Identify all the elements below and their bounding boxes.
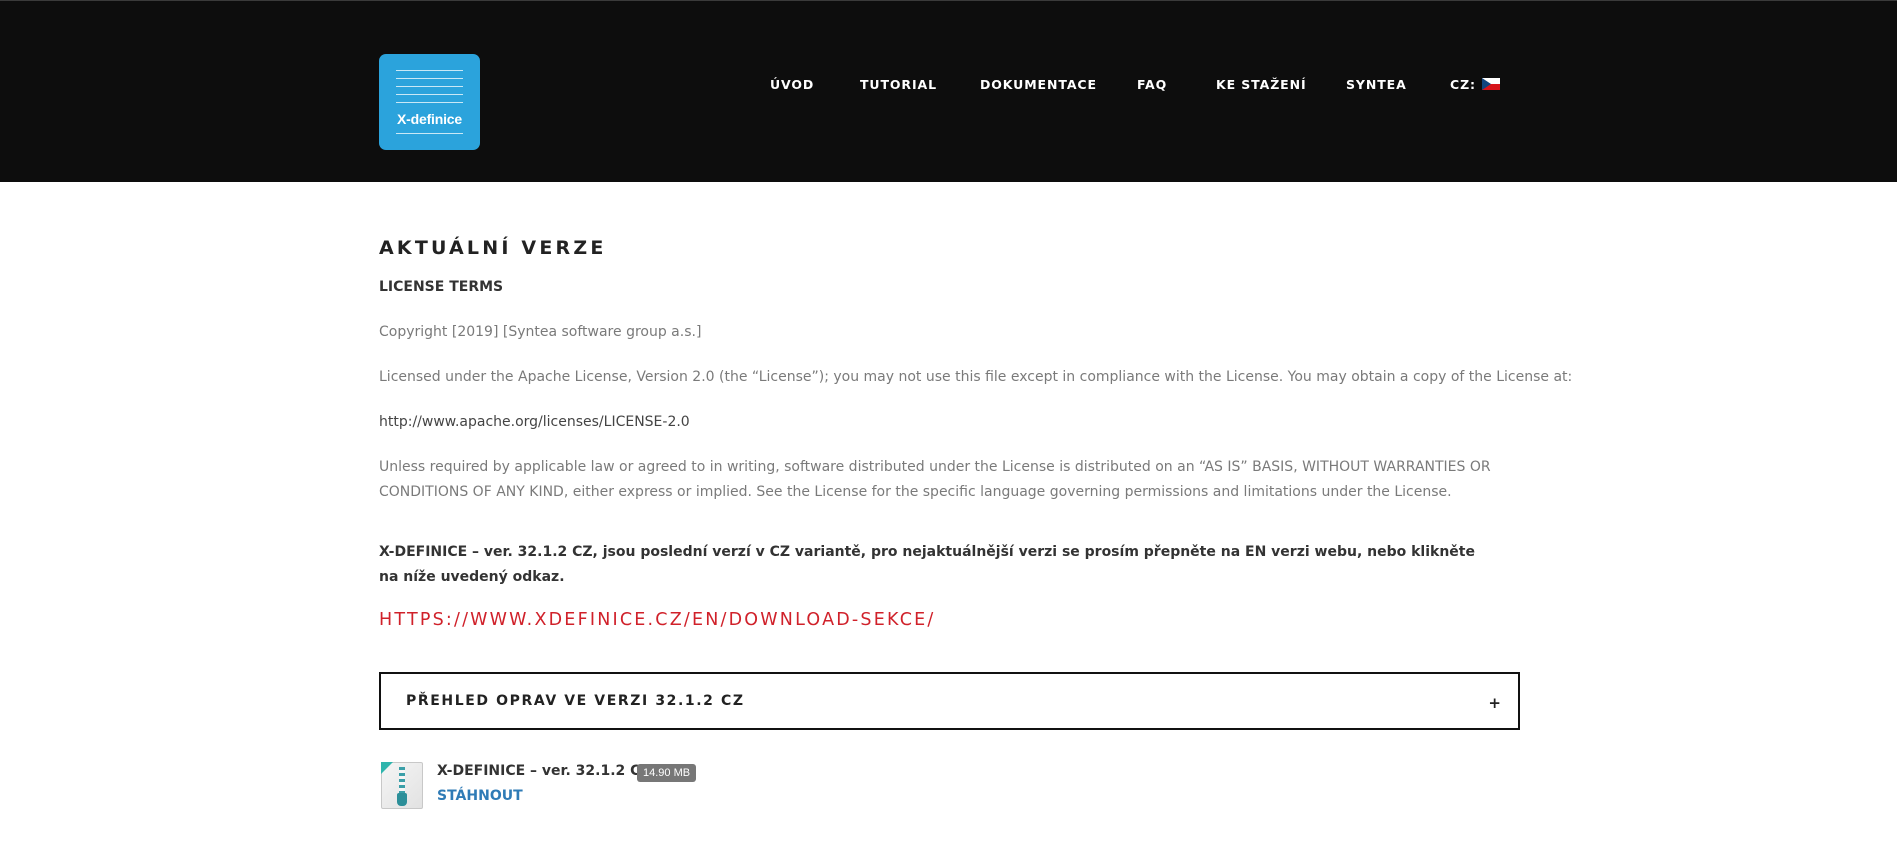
czech-flag-icon [1481, 78, 1500, 90]
nav-item-syntea[interactable]: SYNTEA [1346, 77, 1407, 92]
license-url-link[interactable]: http://www.apache.org/licenses/LICENSE-2… [379, 410, 690, 435]
licensed-text: Licensed under the Apache License, Versi… [379, 369, 1573, 385]
nav-item-dokumentace[interactable]: DOKUMENTACE [980, 77, 1097, 92]
nav-item-ke-stazeni[interactable]: KE STAŽENÍ [1216, 77, 1307, 92]
disclaimer-line-1: Unless required by applicable law or agr… [379, 459, 1491, 475]
language-label: CZ: [1450, 77, 1476, 92]
plus-icon[interactable]: + [1488, 694, 1501, 712]
changelog-accordion[interactable]: PŘEHLED OPRAV VE VERZI 32.1.2 CZ + [379, 672, 1520, 730]
page-title: AKTUÁLNÍ VERZE [379, 237, 607, 259]
site-header: X-definice ÚVOD TUTORIAL DOKUMENTACE FAQ… [0, 0, 1897, 182]
disclaimer-text: Unless required by applicable law or agr… [379, 455, 1491, 505]
download-file-title: X-DEFINICE – ver. 32.1.2 CZ [437, 763, 651, 779]
nav-item-uvod[interactable]: ÚVOD [770, 77, 814, 92]
version-notice: X-DEFINICE – ver. 32.1.2 CZ, jsou posled… [379, 544, 1475, 585]
download-item: X-DEFINICE – ver. 32.1.2 CZ 14.90 MB STÁ… [379, 760, 979, 812]
nav-item-faq[interactable]: FAQ [1137, 77, 1167, 92]
download-button[interactable]: STÁHNOUT [437, 788, 523, 804]
nav-item-tutorial[interactable]: TUTORIAL [860, 77, 937, 92]
file-size-badge: 14.90 MB [637, 764, 697, 782]
logo-lines [396, 70, 463, 110]
nav-item-language[interactable]: CZ: [1450, 77, 1500, 92]
copyright-text: Copyright [2019] [Syntea software group … [379, 324, 702, 340]
en-download-link[interactable]: HTTPS://WWW.XDEFINICE.CZ/EN/DOWNLOAD-SEK… [379, 610, 936, 630]
zip-file-icon [381, 762, 423, 809]
accordion-title: PŘEHLED OPRAV VE VERZI 32.1.2 CZ [406, 693, 745, 709]
license-heading: LICENSE TERMS [379, 279, 504, 295]
disclaimer-line-2: CONDITIONS OF ANY KIND, either express o… [379, 484, 1452, 500]
logo-text: X-definice [397, 111, 462, 127]
site-logo[interactable]: X-definice [379, 54, 480, 150]
